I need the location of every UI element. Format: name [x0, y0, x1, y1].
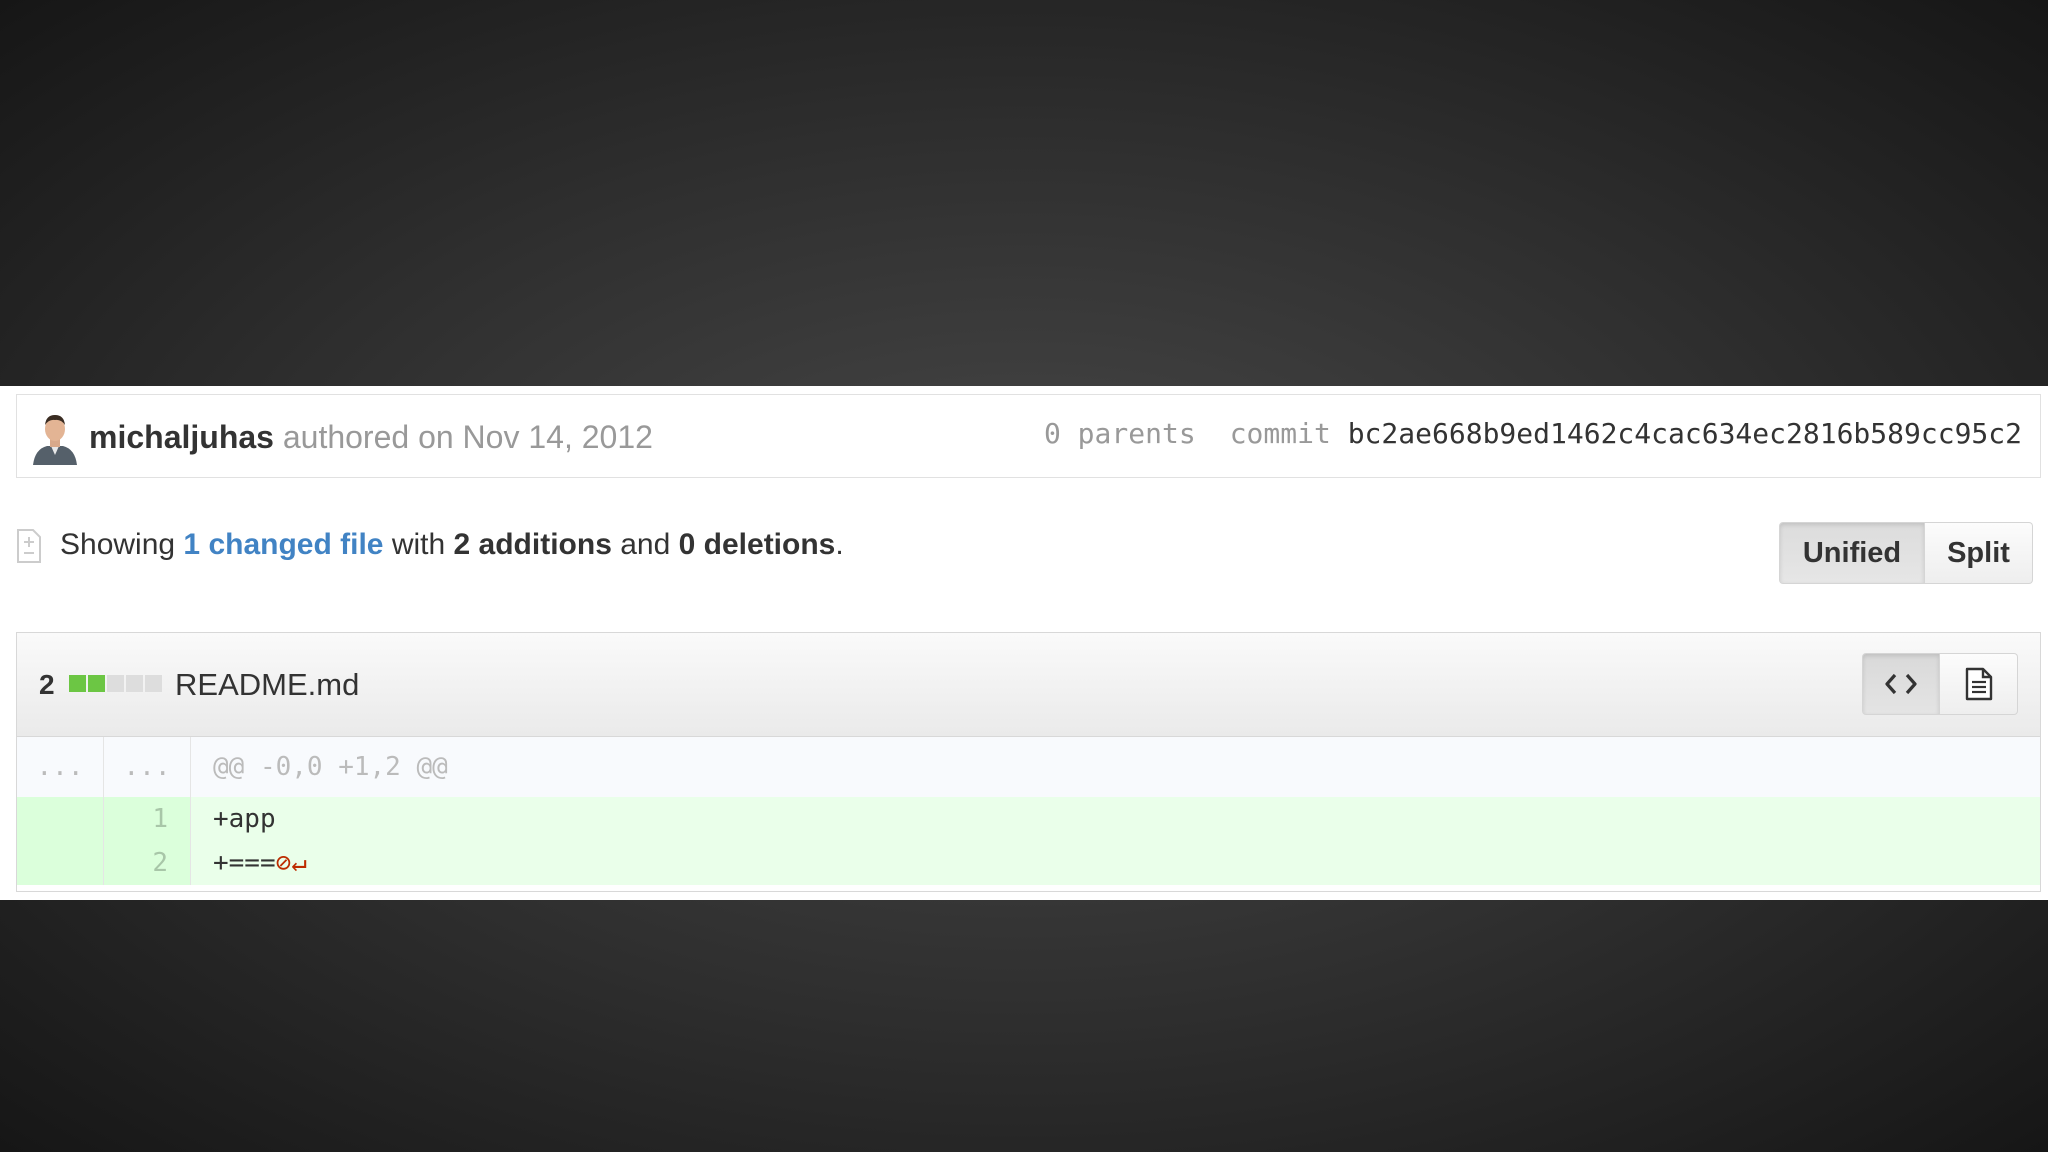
new-line-number[interactable]: 2: [103, 841, 191, 885]
diff-line-added: 1 +app: [17, 797, 2040, 841]
and-label: and: [620, 528, 671, 561]
commit-label: commit: [1229, 417, 1331, 450]
period: .: [835, 528, 844, 561]
file-diff: 2 README.md ... ... @@ -0,0 +1,2 @@ 1 +a…: [16, 632, 2041, 892]
file-diff-icon: [17, 529, 41, 563]
line-code: +===: [213, 848, 276, 878]
hunk-header-row: ... ... @@ -0,0 +1,2 @@: [17, 737, 2040, 797]
file-name[interactable]: README.md: [175, 667, 359, 703]
with-label: with: [391, 528, 446, 561]
rich-view-button[interactable]: [1940, 653, 2018, 715]
parents-count: 0 parents: [1043, 417, 1196, 450]
diff-summary-bar: Showing 1 changed file with 2 additions …: [16, 522, 2041, 584]
new-line-number[interactable]: 1: [103, 797, 191, 841]
line-code-cell: +===⊘↵: [190, 841, 2040, 885]
diffstat-count: 2: [39, 669, 55, 700]
old-line-number[interactable]: [17, 841, 104, 885]
author-line: michaljuhas authored on Nov 14, 2012: [89, 419, 653, 456]
line-code: +app: [190, 797, 2040, 841]
no-newline-icon: ⊘↵: [275, 848, 307, 878]
commit-sha-block: 0 parents commit bc2ae668b9ed1462c4cac634…: [1044, 417, 2022, 450]
file-text-icon: [1965, 667, 1992, 701]
diff-summary-text: Showing 1 changed file with 2 additions …: [60, 528, 844, 562]
code-icon: [1885, 673, 1917, 695]
diff-table: ... ... @@ -0,0 +1,2 @@ 1 +app 2 +===⊘↵: [17, 737, 2040, 885]
diffstat-block-neutral: [126, 675, 143, 692]
diffstat-block-neutral: [107, 675, 124, 692]
diffstat-block-added: [69, 675, 86, 692]
diffstat-blocks: [69, 675, 162, 692]
diff-view-toggle: Unified Split: [1779, 522, 2033, 584]
deletions-count: 0 deletions: [678, 528, 836, 561]
old-line-number[interactable]: [17, 797, 104, 841]
commit-sha[interactable]: bc2ae668b9ed1462c4cac634ec2816b589cc95c2: [1348, 417, 2022, 450]
file-view-actions: [1862, 653, 2018, 715]
authored-date: authored on Nov 14, 2012: [282, 419, 653, 455]
split-view-button[interactable]: Split: [1925, 522, 2033, 584]
hunk-old-num[interactable]: ...: [17, 737, 104, 797]
changed-files-link[interactable]: 1 changed file: [183, 528, 383, 561]
source-view-button[interactable]: [1862, 653, 1940, 715]
commit-page: michaljuhas authored on Nov 14, 2012 0 p…: [0, 386, 2048, 900]
diff-line-added: 2 +===⊘↵: [17, 841, 2040, 885]
diffstat-block-neutral: [145, 675, 162, 692]
author-name-link[interactable]: michaljuhas: [89, 419, 274, 455]
hunk-new-num[interactable]: ...: [103, 737, 191, 797]
diffstat-block-added: [88, 675, 105, 692]
hunk-header: @@ -0,0 +1,2 @@: [190, 737, 2040, 797]
additions-count: 2 additions: [453, 528, 612, 561]
showing-label: Showing: [60, 528, 176, 561]
unified-view-button[interactable]: Unified: [1779, 522, 1925, 584]
commit-meta-bar: michaljuhas authored on Nov 14, 2012 0 p…: [16, 394, 2041, 478]
file-header: 2 README.md: [17, 633, 2040, 737]
author-avatar[interactable]: [27, 409, 83, 465]
